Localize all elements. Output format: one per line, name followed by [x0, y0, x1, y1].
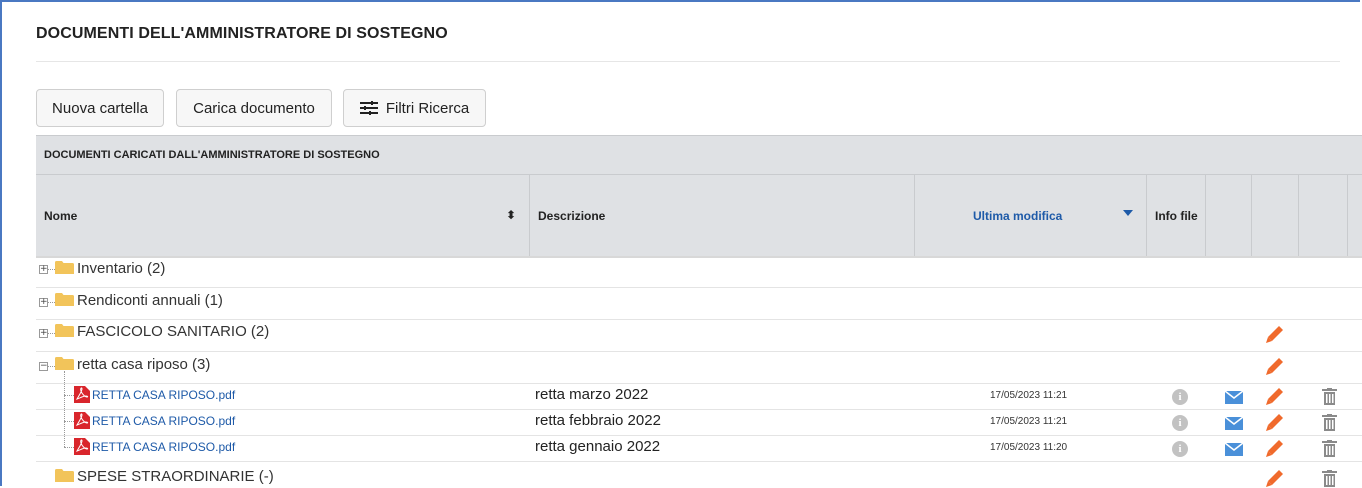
expand-toggle[interactable]: +: [39, 298, 48, 307]
tree-connector: [48, 333, 55, 334]
row-divider: [36, 351, 1362, 352]
tree-connector: [64, 395, 74, 396]
new-folder-button[interactable]: Nuova cartella: [36, 89, 164, 127]
folder-icon: [55, 357, 74, 370]
file-description: retta gennaio 2022: [535, 438, 661, 455]
file-modified-date: 17/05/2023 11:20: [990, 442, 1068, 453]
upload-document-label: Carica documento: [193, 99, 315, 117]
mail-icon[interactable]: [1225, 417, 1243, 430]
page-title: DOCUMENTI DELL'AMMINISTRATORE DI SOSTEGN…: [36, 25, 448, 42]
folder-name[interactable]: Rendiconti annuali (1): [77, 292, 223, 309]
column-header-nome[interactable]: Nome ⬍: [36, 175, 529, 256]
pdf-file-icon: [74, 412, 90, 429]
pencil-icon[interactable]: [1265, 469, 1284, 488]
folder-name[interactable]: FASCICOLO SANITARIO (2): [77, 323, 269, 340]
row-divider: [36, 287, 1362, 288]
column-header-info-file: Info file: [1146, 175, 1205, 256]
tree-connector: [64, 421, 74, 422]
column-header-delete: [1298, 175, 1347, 256]
section-title: DOCUMENTI CARICATI DALL'AMMINISTRATORE D…: [44, 149, 380, 161]
pencil-icon[interactable]: [1265, 387, 1284, 406]
trash-icon[interactable]: [1322, 470, 1337, 487]
expand-toggle[interactable]: +: [39, 265, 48, 274]
file-description: retta febbraio 2022: [535, 412, 661, 429]
tree-connector: [64, 447, 74, 448]
section-header: DOCUMENTI CARICATI DALL'AMMINISTRATORE D…: [36, 135, 1362, 175]
pencil-icon[interactable]: [1265, 413, 1284, 432]
folder-name[interactable]: Inventario (2): [77, 260, 165, 277]
tree-connector: [48, 366, 55, 367]
sort-descending-icon: [1123, 210, 1133, 216]
info-icon[interactable]: i: [1172, 415, 1188, 431]
info-icon[interactable]: i: [1172, 389, 1188, 405]
search-filters-label: Filtri Ricerca: [385, 99, 470, 117]
pdf-file-icon: [74, 438, 90, 455]
file-link[interactable]: RETTA CASA RIPOSO.pdf: [92, 414, 235, 428]
upload-document-button[interactable]: Carica documento: [176, 89, 332, 127]
file-link[interactable]: RETTA CASA RIPOSO.pdf: [92, 440, 235, 454]
column-header-ultima-modifica-label: Ultima modifica: [973, 208, 1063, 223]
collapse-toggle[interactable]: −: [39, 362, 48, 371]
column-header-nome-label: Nome: [44, 208, 78, 223]
file-link[interactable]: RETTA CASA RIPOSO.pdf: [92, 388, 235, 402]
folder-icon: [55, 324, 74, 337]
info-icon[interactable]: i: [1172, 441, 1188, 457]
pdf-file-icon: [74, 386, 90, 403]
file-modified-date: 17/05/2023 11:21: [990, 416, 1068, 427]
sort-icon[interactable]: ⬍: [506, 208, 516, 222]
folder-name[interactable]: retta casa riposo (3): [77, 356, 210, 373]
column-header-info-file-label: Info file: [1155, 208, 1198, 223]
expand-toggle[interactable]: +: [39, 329, 48, 338]
folder-icon: [55, 293, 74, 306]
sliders-icon: [359, 101, 378, 115]
new-folder-label: Nuova cartella: [52, 99, 148, 117]
row-divider: [36, 461, 1362, 462]
divider: [36, 61, 1340, 62]
row-divider: [36, 383, 1362, 384]
tree-connector: [48, 302, 55, 303]
row-divider: [36, 319, 1362, 320]
pencil-icon[interactable]: [1265, 439, 1284, 458]
search-filters-button[interactable]: Filtri Ricerca: [343, 89, 486, 127]
folder-name[interactable]: SPESE STRAORDINARIE (-): [77, 468, 274, 485]
column-header-extra: [1347, 175, 1362, 256]
pencil-icon[interactable]: [1265, 357, 1284, 376]
trash-icon[interactable]: [1322, 440, 1337, 457]
mail-icon[interactable]: [1225, 391, 1243, 404]
mail-icon[interactable]: [1225, 443, 1243, 456]
trash-icon[interactable]: [1322, 414, 1337, 431]
column-header-descrizione-label: Descrizione: [538, 208, 606, 223]
tree-connector: [48, 269, 55, 270]
column-header-mail: [1205, 175, 1251, 256]
row-divider: [36, 409, 1362, 410]
folder-icon: [55, 469, 74, 482]
column-header-ultima-modifica[interactable]: Ultima modifica: [914, 175, 1146, 256]
header-shadow: [36, 256, 1362, 258]
file-modified-date: 17/05/2023 11:21: [990, 390, 1068, 401]
column-header-descrizione[interactable]: Descrizione: [529, 175, 914, 256]
folder-icon: [55, 261, 74, 274]
row-divider: [36, 435, 1362, 436]
column-header-edit: [1251, 175, 1298, 256]
pencil-icon[interactable]: [1265, 325, 1284, 344]
trash-icon[interactable]: [1322, 388, 1337, 405]
file-description: retta marzo 2022: [535, 386, 649, 403]
